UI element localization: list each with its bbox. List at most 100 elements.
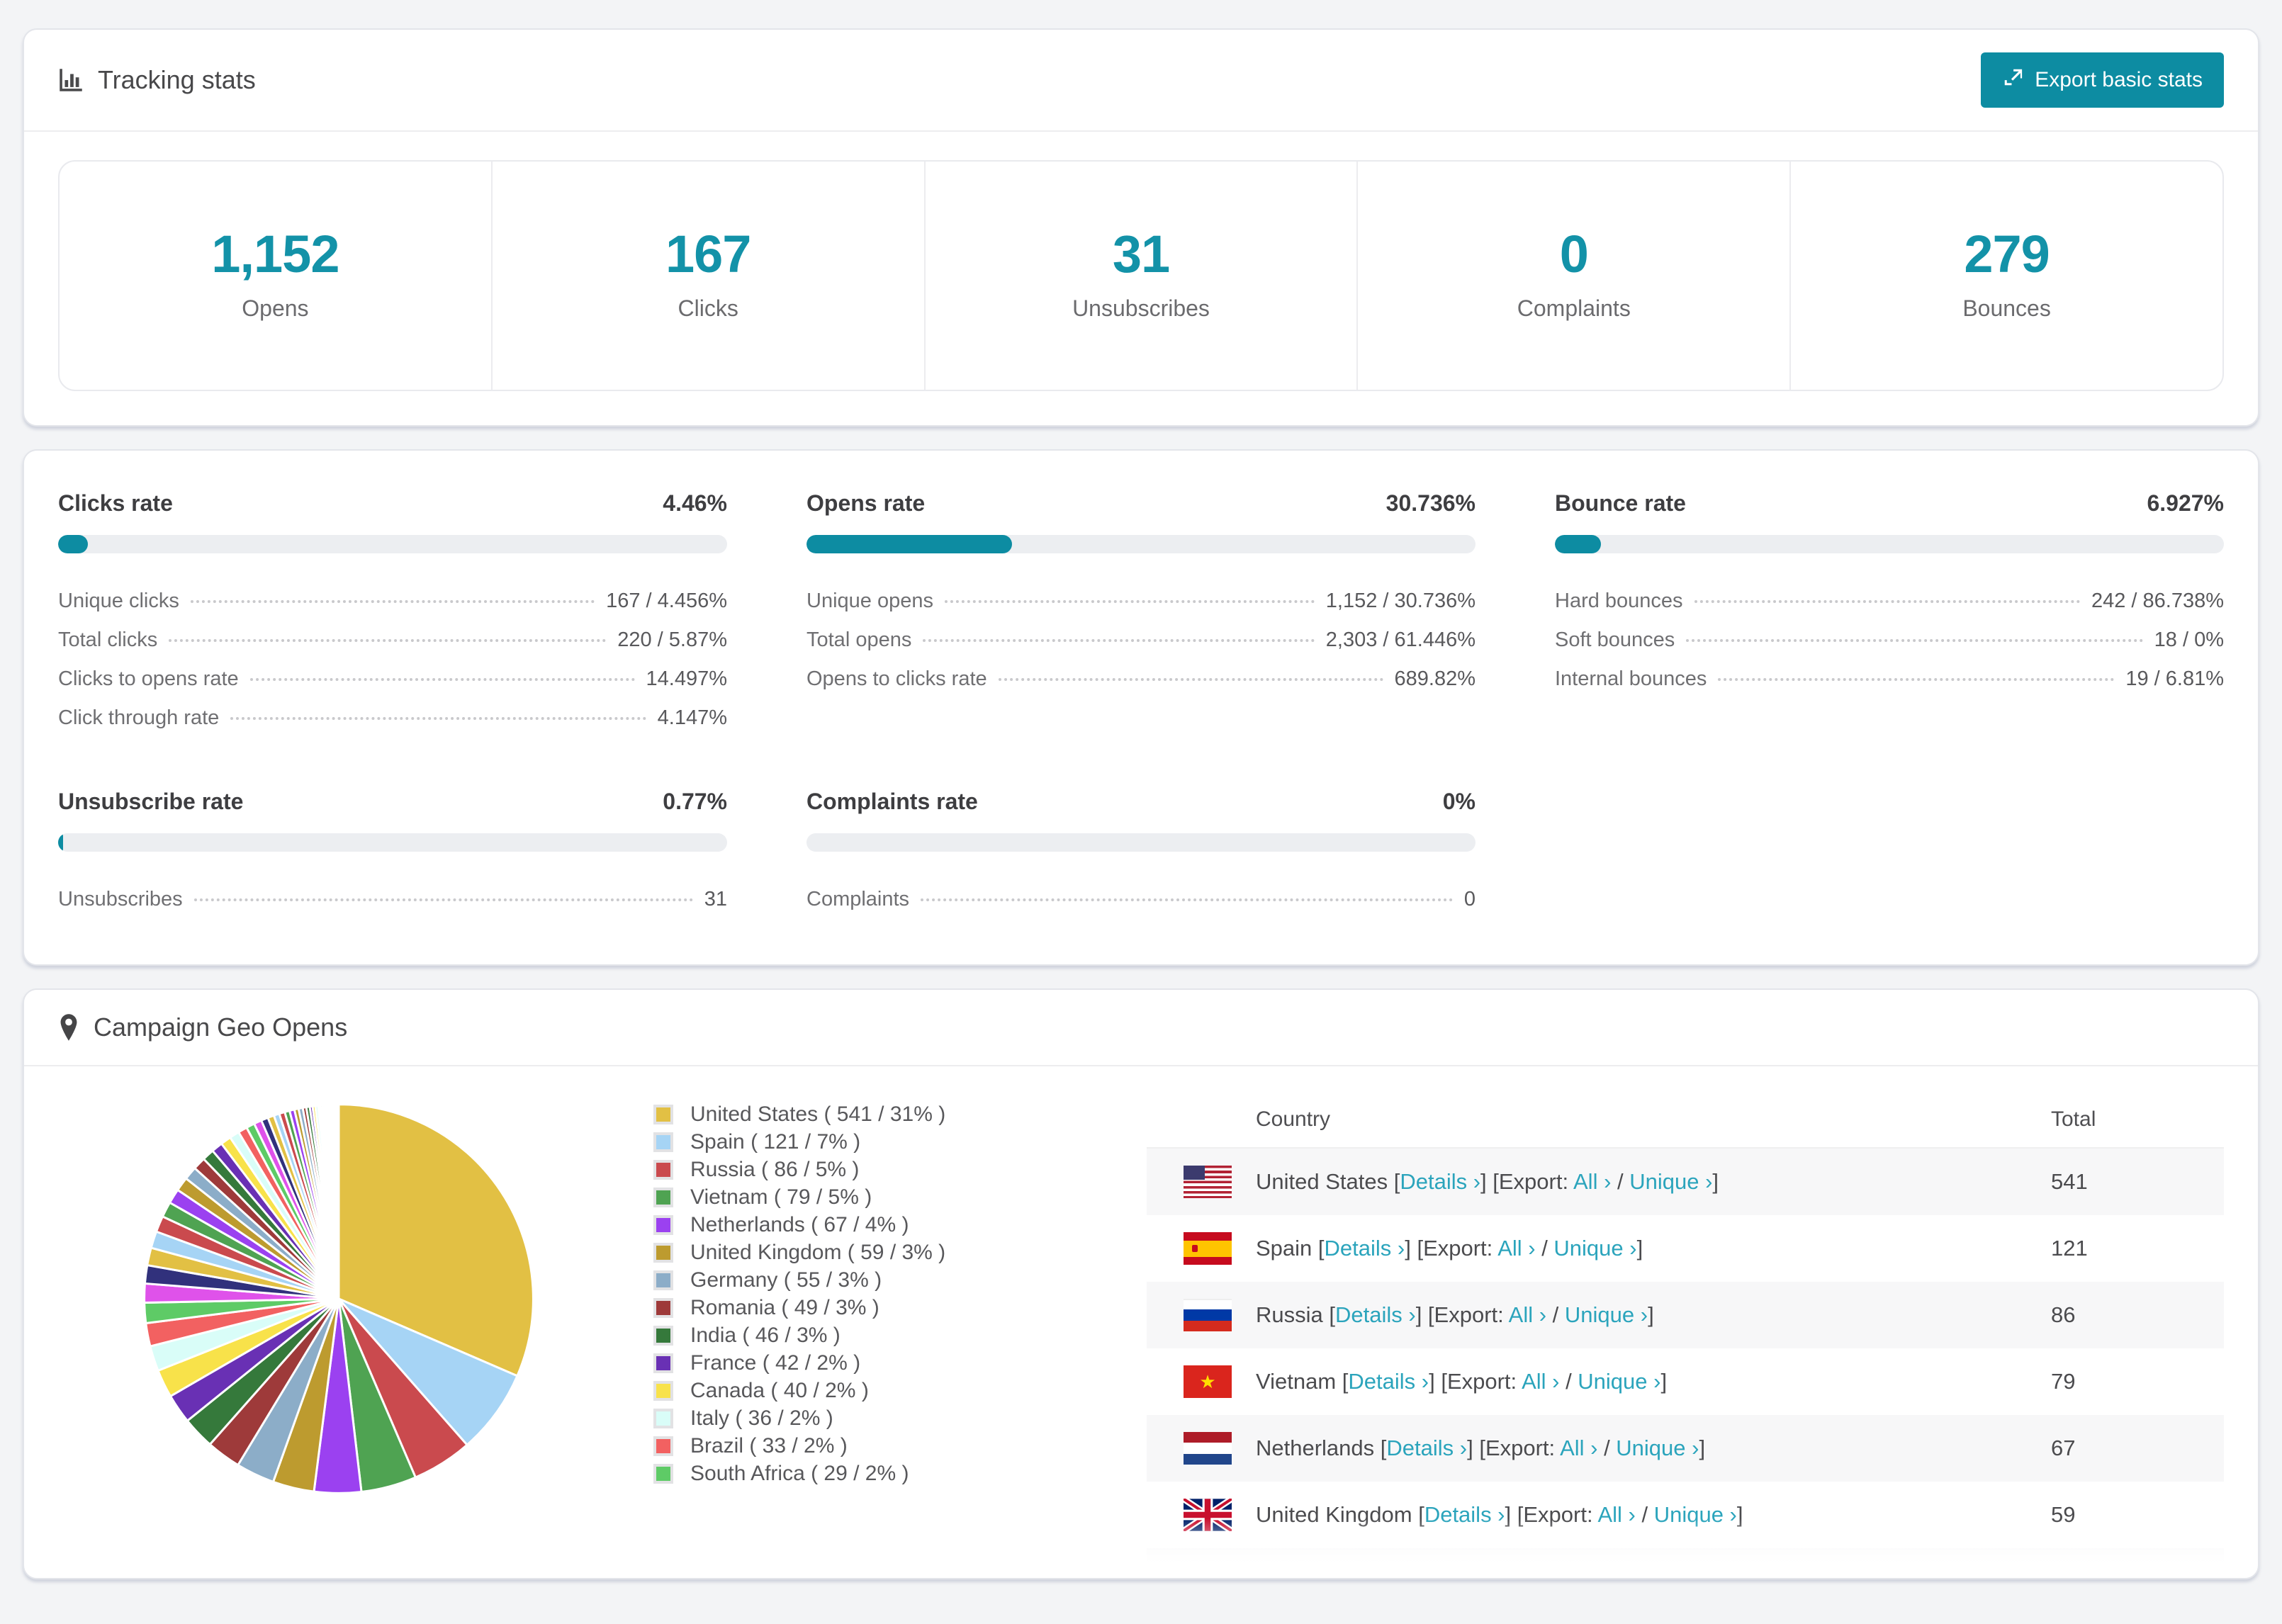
total-cell: 67	[2051, 1436, 2076, 1460]
details-link[interactable]: Details ›	[1325, 1236, 1405, 1261]
rate-detail-label: Unique clicks	[58, 590, 179, 612]
export-all-link[interactable]: All ›	[1573, 1169, 1611, 1194]
total-cell: 55	[2051, 1569, 2207, 1578]
export-button-label: Export basic stats	[2035, 68, 2203, 91]
rates-grid: Clicks rate 4.46% Unique clicks 167 / 4.456…	[24, 451, 2258, 964]
rate-detail-label: Total opens	[806, 628, 912, 651]
country-cell: Russia [Details ›] [Export: All › / Uniq…	[1256, 1302, 1654, 1328]
rate-title: Complaints rate	[806, 789, 978, 814]
legend-item-united-kingdom[interactable]: United Kingdom ( 59 / 3% )	[653, 1239, 1147, 1266]
bracket: /	[1535, 1236, 1554, 1261]
rate-detail-row: Click through rate 4.147%	[58, 699, 727, 738]
legend-swatch	[653, 1408, 673, 1428]
legend-label: Germany ( 55 / 3% )	[690, 1268, 882, 1292]
country-cell: Germany [Details ›] [Export: All › / Uni…	[1256, 1569, 1677, 1578]
table-row-spain: Spain [Details ›] [Export: All › / Uniqu…	[1147, 1215, 2224, 1282]
export-all-link[interactable]: All ›	[1509, 1302, 1546, 1327]
stat-label: Clicks	[678, 295, 738, 321]
export-unique-link[interactable]: Unique ›	[1565, 1302, 1648, 1327]
bracket: /	[1559, 1369, 1578, 1394]
pie-slice-other-61[interactable]	[337, 1103, 340, 1300]
bracket: ] [Export:	[1505, 1502, 1598, 1527]
legend-item-brazil[interactable]: Brazil ( 33 / 2% )	[653, 1432, 1147, 1460]
export-basic-stats-button[interactable]: Export basic stats	[1981, 52, 2224, 108]
stat-value: 279	[1964, 225, 2050, 283]
legend-swatch	[653, 1159, 673, 1180]
rate-detail-row: Unique opens 1,152 / 30.736%	[806, 582, 1476, 621]
rate-detail-row: Internal bounces 19 / 6.81%	[1555, 660, 2224, 699]
total-cell: 121	[2051, 1236, 2088, 1261]
details-link[interactable]: Details ›	[1400, 1169, 1480, 1194]
table-row-united-kingdom: United Kingdom [Details ›] [Export: All …	[1147, 1482, 2224, 1548]
pie-legend: United States ( 541 / 31% ) Spain ( 121 /…	[653, 1092, 1147, 1578]
geo-title: Campaign Geo Opens	[94, 1013, 348, 1042]
legend-item-south-africa[interactable]: South Africa ( 29 / 2% )	[653, 1460, 1147, 1487]
rate-title: Clicks rate	[58, 490, 173, 516]
rate-progress-track	[58, 833, 727, 852]
dotted-leader	[1718, 678, 2115, 681]
details-link[interactable]: Details ›	[1359, 1569, 1439, 1578]
rate-block-clicks-rate: Clicks rate 4.46% Unique clicks 167 / 4.456…	[58, 490, 727, 738]
stat-clicks: 167 Clicks	[490, 162, 924, 390]
export-unique-link[interactable]: Unique ›	[1588, 1569, 1671, 1578]
legend-item-vietnam[interactable]: Vietnam ( 79 / 5% )	[653, 1183, 1147, 1211]
export-unique-link[interactable]: Unique ›	[1616, 1436, 1699, 1460]
rate-detail-row: Hard bounces 242 / 86.738%	[1555, 582, 2224, 621]
details-link[interactable]: Details ›	[1386, 1436, 1467, 1460]
legend-item-netherlands[interactable]: Netherlands ( 67 / 4% )	[653, 1211, 1147, 1239]
geo-table-header-row: Country Total	[1147, 1092, 2224, 1149]
legend-item-spain[interactable]: Spain ( 121 / 7% )	[653, 1128, 1147, 1156]
export-all-link[interactable]: All ›	[1522, 1369, 1559, 1394]
rate-title: Bounce rate	[1555, 490, 1686, 516]
bracket: ]	[1671, 1569, 1677, 1578]
legend-item-canada[interactable]: Canada ( 40 / 2% )	[653, 1377, 1147, 1404]
dotted-leader	[230, 717, 646, 720]
rate-detail-row: Clicks to opens rate 14.497%	[58, 660, 727, 699]
details-link[interactable]: Details ›	[1335, 1302, 1416, 1327]
legend-label: Vietnam ( 79 / 5% )	[690, 1185, 872, 1209]
details-link[interactable]: Details ›	[1424, 1502, 1505, 1527]
legend-item-india[interactable]: India ( 46 / 3% )	[653, 1321, 1147, 1349]
export-unique-link[interactable]: Unique ›	[1629, 1169, 1712, 1194]
rate-header: Bounce rate 6.927%	[1555, 490, 2224, 517]
stat-label: Bounces	[1962, 295, 2051, 321]
rate-detail-row: Total opens 2,303 / 61.446%	[806, 621, 1476, 660]
legend-swatch	[653, 1463, 673, 1484]
rate-detail-value: 167 / 4.456%	[606, 590, 727, 612]
legend-label: France ( 42 / 2% )	[690, 1350, 861, 1375]
dotted-leader	[923, 639, 1315, 642]
rate-detail-rows: Unsubscribes 31	[58, 880, 727, 919]
export-unique-link[interactable]: Unique ›	[1553, 1236, 1636, 1261]
legend-item-germany[interactable]: Germany ( 55 / 3% )	[653, 1266, 1147, 1294]
rate-detail-label: Unique opens	[806, 590, 933, 612]
legend-item-italy[interactable]: Italy ( 36 / 2% )	[653, 1404, 1147, 1432]
export-unique-link[interactable]: Unique ›	[1578, 1369, 1660, 1394]
legend-item-russia[interactable]: Russia ( 86 / 5% )	[653, 1156, 1147, 1183]
bracket: ] [Export:	[1405, 1236, 1498, 1261]
tracking-stats-card: Tracking stats Export basic stats 1,152 O…	[23, 28, 2259, 427]
legend-swatch	[653, 1242, 673, 1263]
legend-item-france[interactable]: France ( 42 / 2% )	[653, 1349, 1147, 1377]
stat-bounces: 279 Bounces	[1789, 162, 2222, 390]
export-all-link[interactable]: All ›	[1597, 1502, 1635, 1527]
export-all-link[interactable]: All ›	[1560, 1436, 1597, 1460]
rate-percent-value: 4.46%	[663, 490, 727, 516]
rate-detail-rows: Hard bounces 242 / 86.738% Soft bounces 18 …	[1555, 582, 2224, 699]
legend-item-romania[interactable]: Romania ( 49 / 3% )	[653, 1294, 1147, 1321]
country-name: Vietnam	[1256, 1369, 1342, 1394]
export-icon	[2002, 67, 2023, 94]
export-unique-link[interactable]: Unique ›	[1654, 1502, 1737, 1527]
bracket: ] [Export:	[1480, 1169, 1573, 1194]
export-all-link[interactable]: All ›	[1531, 1569, 1569, 1578]
gb-flag-icon	[1184, 1499, 1232, 1531]
rate-progress-track	[806, 535, 1476, 553]
legend-item-united-states[interactable]: United States ( 541 / 31% )	[653, 1100, 1147, 1128]
rate-block-complaints-rate: Complaints rate 0% Complaints 0	[806, 789, 1476, 919]
country-cell: United States [Details ›] [Export: All ›…	[1256, 1169, 1719, 1195]
dotted-leader	[190, 600, 595, 603]
dashboard-page: Tracking stats Export basic stats 1,152 O…	[0, 0, 2282, 1624]
rate-percent-value: 0.77%	[663, 789, 727, 814]
details-link[interactable]: Details ›	[1348, 1369, 1429, 1394]
export-all-link[interactable]: All ›	[1497, 1236, 1535, 1261]
rate-percent-value: 6.927%	[2147, 490, 2224, 516]
